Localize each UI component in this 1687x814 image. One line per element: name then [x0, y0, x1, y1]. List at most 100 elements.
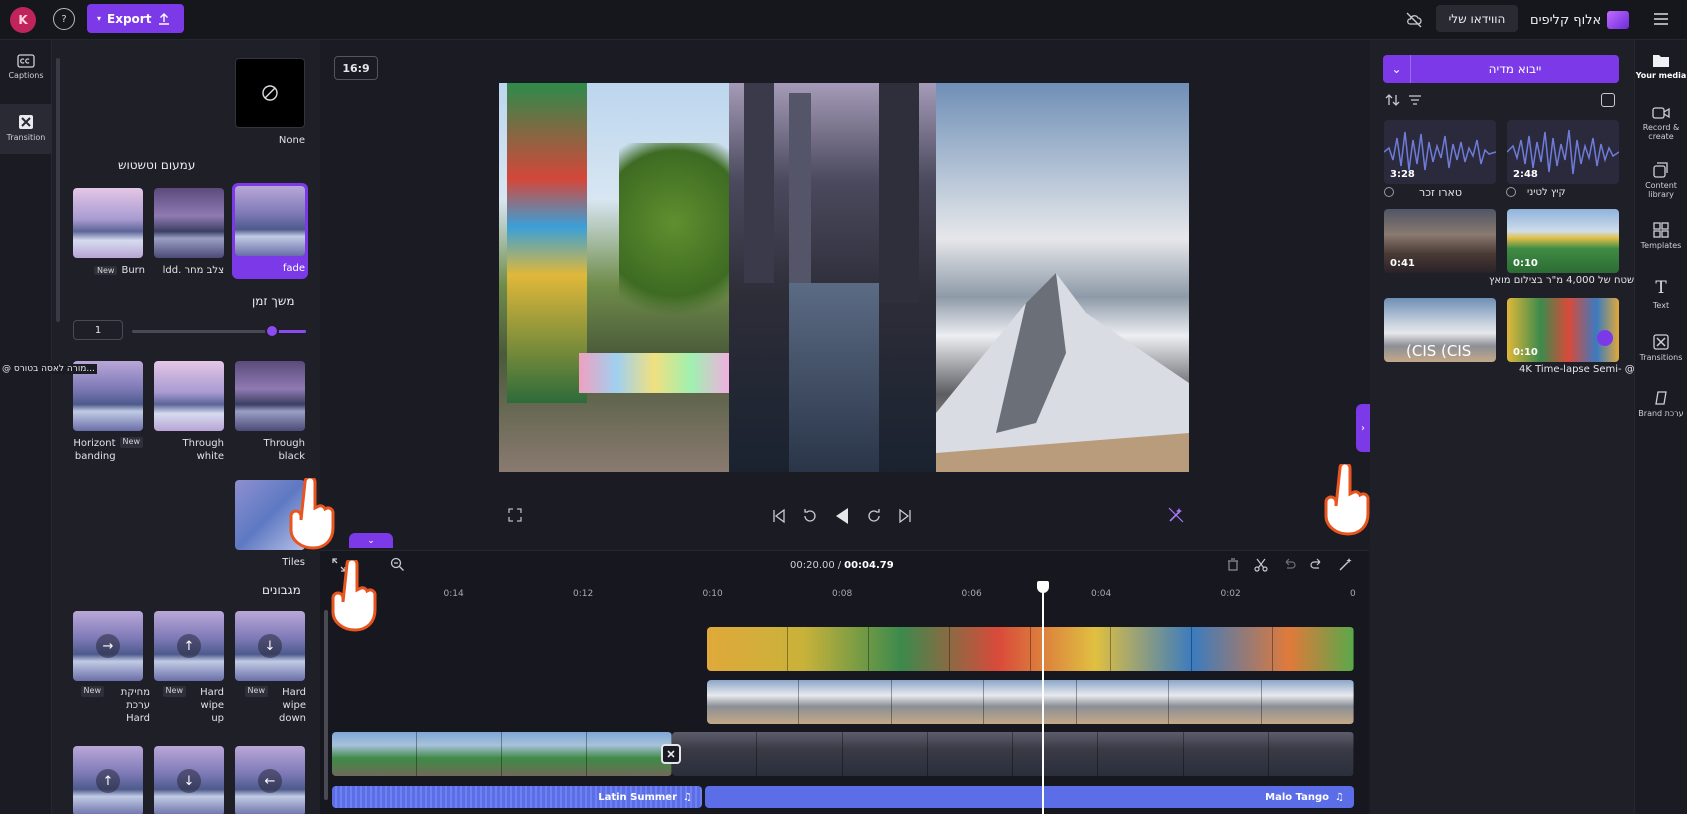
select-all-checkbox[interactable] — [1601, 93, 1615, 107]
video-canvas[interactable] — [499, 83, 1189, 472]
project-title[interactable]: הווידאו שלי — [1436, 5, 1518, 32]
hand-pointer-icon — [1324, 464, 1370, 536]
transition-none[interactable] — [235, 58, 305, 128]
transition-crossfade[interactable] — [154, 188, 224, 258]
media-video-street[interactable]: 0:10 — [1507, 298, 1619, 362]
play-icon[interactable] — [834, 507, 850, 525]
duration-slider-thumb[interactable] — [265, 324, 279, 338]
scissors-icon[interactable] — [1254, 558, 1268, 572]
collapse-right-panel-button[interactable]: › — [1356, 404, 1370, 452]
media-video-stadium[interactable]: 0:10 — [1507, 209, 1619, 273]
rail-text[interactable]: T Text — [1635, 278, 1687, 322]
video-track-3-clip-b[interactable] — [672, 732, 1354, 776]
delete-icon[interactable] — [1226, 557, 1240, 572]
hard-wipe-down-label: Hard wipe down — [279, 687, 306, 724]
timeline-scrollbar[interactable] — [324, 610, 328, 800]
transition-through-black[interactable] — [235, 361, 305, 431]
transition-wipe-down[interactable]: ↓ — [154, 746, 224, 814]
new-badge: New — [162, 686, 186, 697]
cloud-off-icon[interactable] — [1405, 11, 1423, 29]
timeline-toolbar — [1226, 557, 1353, 572]
rail-label: Templates — [1640, 241, 1682, 250]
export-button[interactable]: ▾ Export — [87, 4, 184, 33]
transition-fade[interactable] — [235, 186, 305, 256]
preview-scene-mountain — [936, 83, 1189, 472]
transition-hard-wipe-right[interactable]: → — [73, 611, 143, 681]
duration-input[interactable]: 1 — [73, 320, 123, 340]
skip-forward-icon[interactable] — [898, 509, 912, 523]
rail-transitions[interactable]: Transitions — [1635, 334, 1687, 380]
forward-5-icon[interactable] — [866, 508, 882, 524]
rewind-5-icon[interactable] — [802, 508, 818, 524]
ruler-tick: 0 — [1350, 589, 1356, 599]
rail-record-create[interactable]: Record & create — [1635, 106, 1687, 156]
audio-track-malo-tango[interactable]: Malo Tango ♫ — [705, 786, 1354, 808]
media-label: טארו זכר — [1419, 186, 1463, 199]
fullscreen-icon[interactable] — [508, 508, 522, 522]
audio-track-latin-summer[interactable]: Latin Summer ♫ — [332, 786, 702, 808]
media-label: שטח של 4,000 מ"ר בצילום מואץ @ — [1489, 275, 1647, 286]
media-duration: 0:10 — [1513, 347, 1538, 358]
templates-icon — [1653, 222, 1669, 238]
avatar[interactable]: K — [10, 7, 36, 33]
ruler-tick: 0:08 — [832, 589, 853, 599]
zoom-out-icon[interactable] — [390, 557, 405, 572]
library-icon — [1653, 162, 1668, 178]
video-track-1[interactable] — [707, 627, 1354, 671]
fade-label: fade — [282, 263, 305, 274]
right-rail: Your media Record & create Content libra… — [1634, 40, 1687, 814]
preview-scene-street — [499, 83, 729, 472]
transition-burn[interactable] — [73, 188, 143, 258]
rail-captions[interactable]: Captions — [0, 54, 52, 94]
video-track-2[interactable] — [707, 680, 1354, 724]
chevron-right-icon: › — [1361, 422, 1365, 434]
redo-icon[interactable] — [1310, 558, 1324, 572]
magic-off-icon[interactable] — [1167, 506, 1185, 524]
transition-wipe-up[interactable]: ↑ — [73, 746, 143, 814]
hamburger-menu-icon[interactable] — [1653, 12, 1669, 26]
rail-brand-kit[interactable]: Brand ערכת — [1635, 390, 1687, 436]
rail-transition[interactable]: Transition — [0, 104, 52, 154]
undo-icon[interactable] — [1282, 558, 1296, 572]
transition-icon — [19, 115, 33, 129]
total-time: 00:20.00 — [790, 560, 835, 571]
chevron-down-icon[interactable]: ⌄ — [1383, 55, 1411, 83]
rail-templates[interactable]: Templates — [1635, 222, 1687, 266]
playhead-handle[interactable] — [1037, 581, 1049, 593]
time-separator: / — [837, 560, 842, 571]
skip-back-icon[interactable] — [772, 509, 786, 523]
media-audio-1[interactable]: 2:48 — [1507, 120, 1619, 184]
info-icon[interactable] — [1506, 187, 1516, 197]
preview-area: 16:9 — [320, 40, 1369, 550]
collapse-timeline-button[interactable]: ⌄ — [349, 533, 393, 548]
magic-wand-icon[interactable] — [1338, 557, 1353, 572]
transition-wipe-left[interactable]: ← — [235, 746, 305, 814]
rail-content-library[interactable]: Content library — [1635, 162, 1687, 212]
selected-check-icon — [1597, 330, 1613, 346]
ruler-tick: 0:06 — [961, 589, 982, 599]
panel-scrollbar[interactable] — [56, 58, 60, 322]
video-track-3-clip-a[interactable] — [332, 732, 672, 776]
transition-hard-wipe-down[interactable]: ↓ — [235, 611, 305, 681]
left-rail: Captions Transition — [0, 40, 52, 814]
sort-icon[interactable] — [1385, 93, 1400, 107]
transition-hard-wipe-up[interactable]: ↑ — [154, 611, 224, 681]
import-media-button[interactable]: ⌄ ייבוא מדיה — [1383, 55, 1619, 83]
transition-through-white[interactable] — [154, 361, 224, 431]
filter-icon[interactable] — [1408, 93, 1422, 107]
transition-marker-icon[interactable] — [661, 744, 681, 764]
help-icon[interactable]: ? — [53, 8, 75, 30]
transitions-icon — [1653, 334, 1669, 350]
rail-captions-label: Captions — [8, 71, 44, 80]
media-video-train[interactable]: 0:41 — [1384, 209, 1496, 273]
aspect-ratio-button[interactable]: 16:9 — [334, 56, 378, 80]
media-video-mountain[interactable]: (CIS (CIS — [1384, 298, 1496, 362]
info-icon[interactable] — [1384, 187, 1394, 197]
media-audio-2[interactable]: 3:28 — [1384, 120, 1496, 184]
rail-your-media[interactable]: Your media — [1635, 52, 1687, 98]
media-duration: 0:10 — [1513, 258, 1538, 269]
arrow-down-icon: ↓ — [258, 634, 282, 658]
new-badge: New — [119, 437, 143, 448]
horizontal-banding-caption: Horizont banding New — [73, 437, 143, 463]
playhead[interactable] — [1042, 584, 1044, 814]
